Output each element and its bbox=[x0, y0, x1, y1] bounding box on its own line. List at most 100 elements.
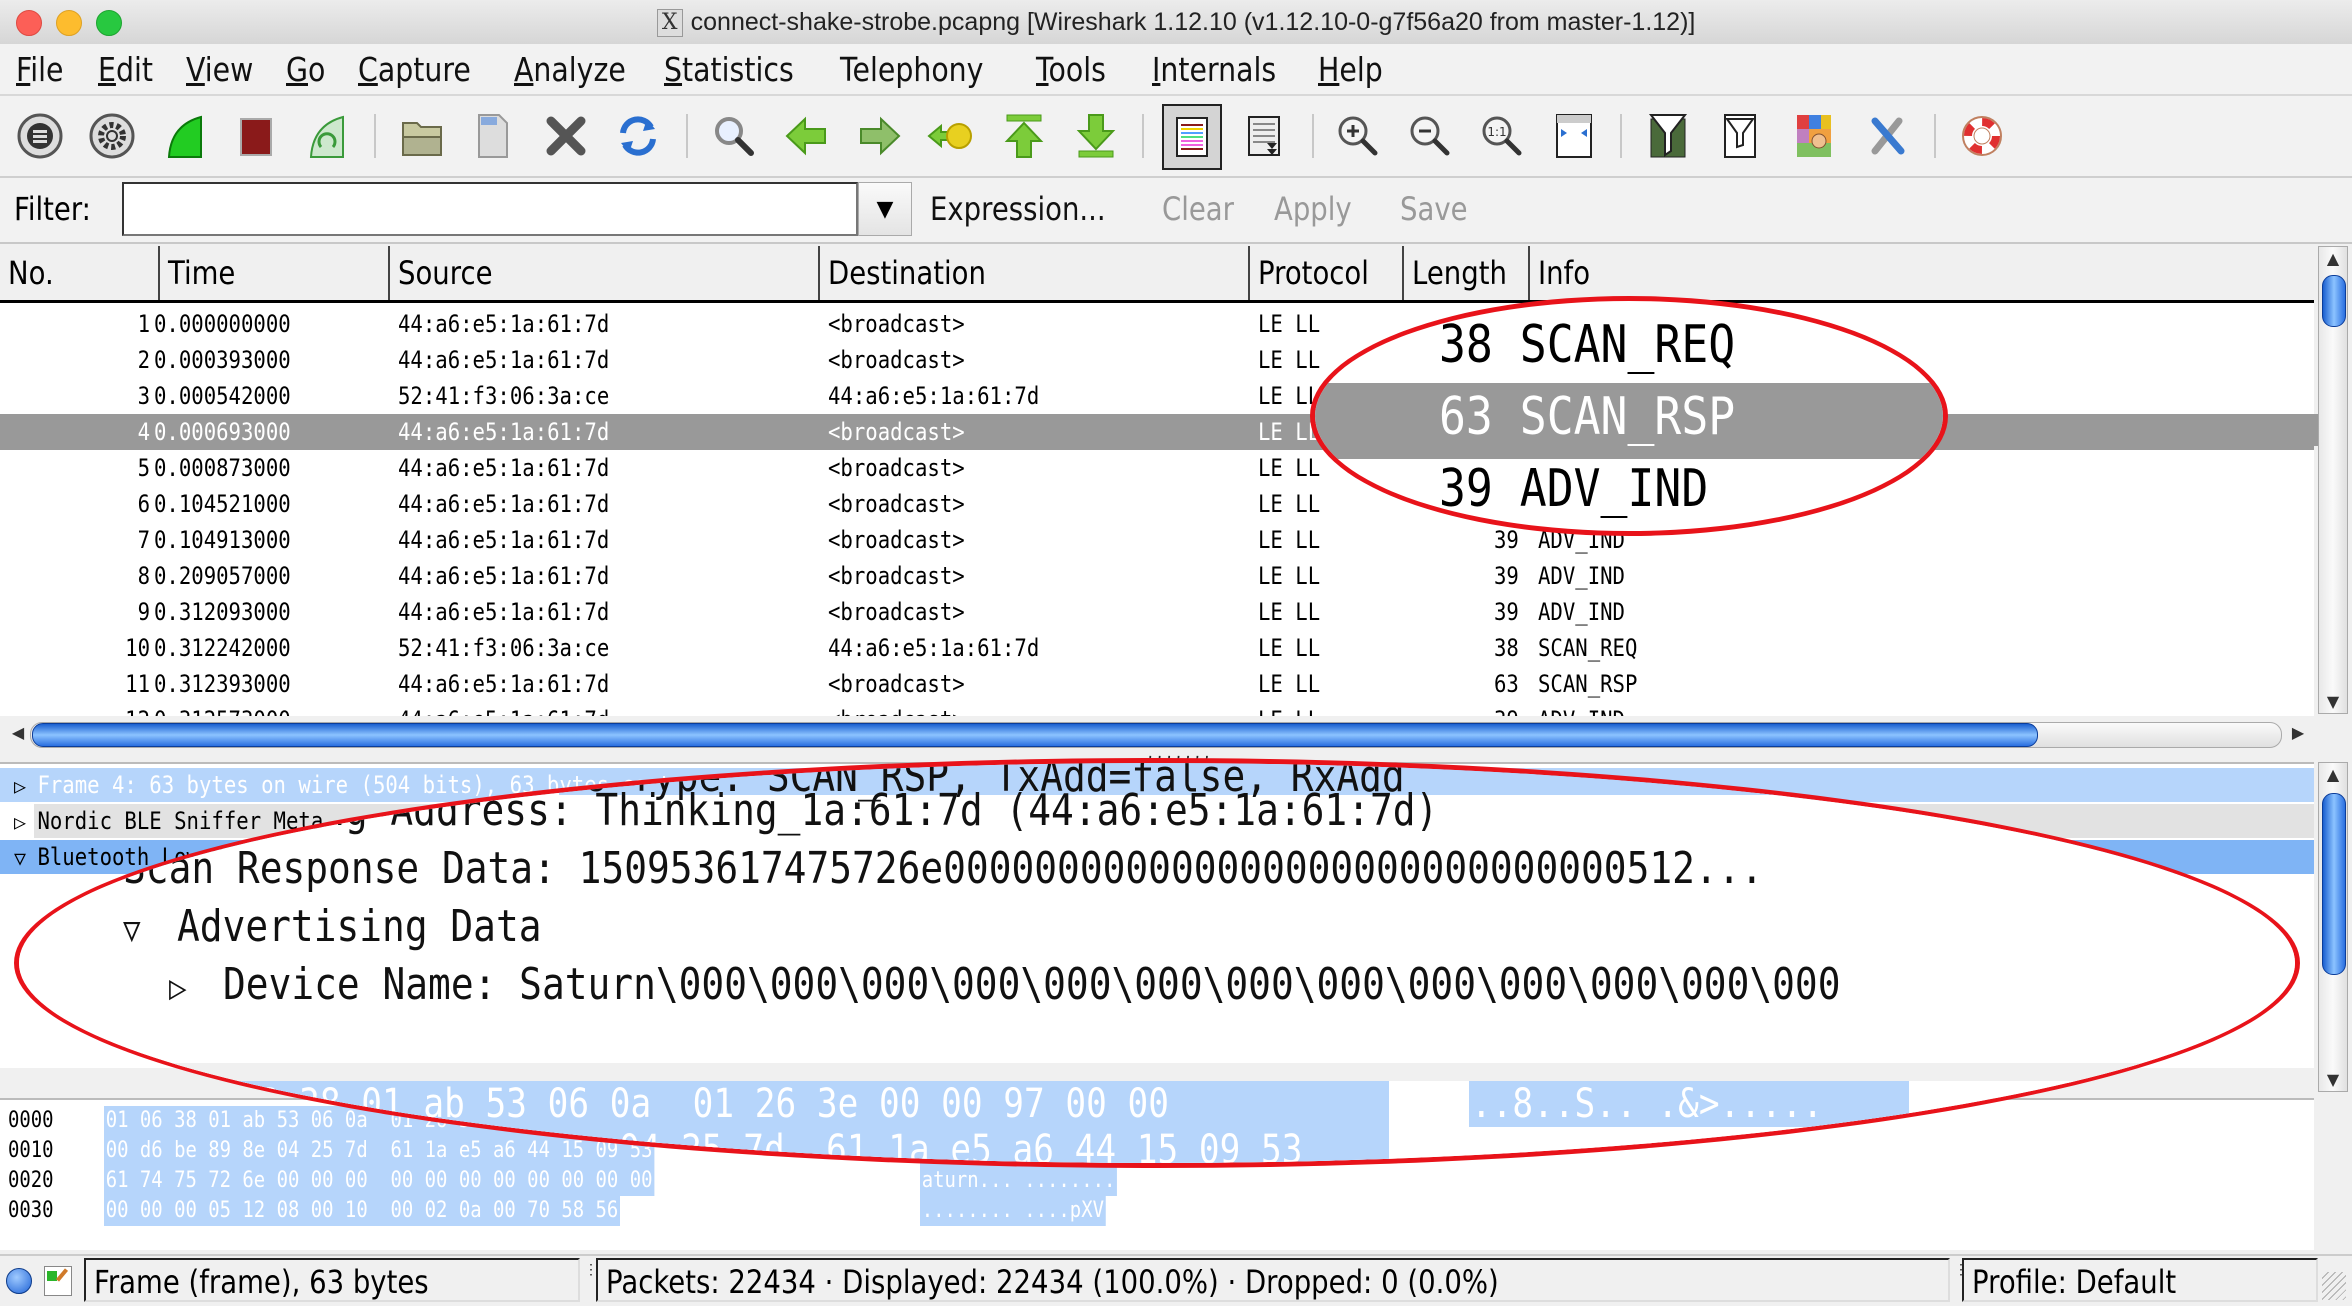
expert-info-icon[interactable] bbox=[6, 1268, 32, 1294]
display-filters-icon[interactable] bbox=[1712, 108, 1768, 164]
column-header-info[interactable]: Info bbox=[1530, 246, 2314, 300]
status-profile[interactable]: Profile: Default bbox=[1962, 1258, 2318, 1302]
hex-ascii[interactable]: ........ ....pXV bbox=[920, 1196, 1106, 1226]
packet-row[interactable]: 1 0.000000000 44:a6:e5:1a:61:7d <broadcast>… bbox=[0, 306, 2314, 342]
help-icon[interactable] bbox=[1954, 108, 2010, 164]
menu-telephony[interactable]: Telephony bbox=[840, 50, 983, 89]
clear-button[interactable]: Clear bbox=[1162, 190, 1234, 228]
capture-comment-icon[interactable] bbox=[44, 1266, 72, 1296]
menu-capture[interactable]: Capture bbox=[358, 50, 471, 89]
packet-protocol: LE LL bbox=[1258, 346, 1321, 374]
menu-view[interactable]: View bbox=[186, 50, 253, 89]
go-forward-icon[interactable] bbox=[852, 108, 908, 164]
apply-button[interactable]: Apply bbox=[1274, 190, 1352, 228]
zoom-in-icon[interactable] bbox=[1330, 108, 1386, 164]
coloring-rules-icon[interactable] bbox=[1786, 108, 1842, 164]
packet-no: 12 bbox=[21, 702, 150, 716]
packet-list-vertical-scrollbar[interactable]: ▲ ▼ bbox=[2318, 246, 2348, 714]
menu-tools[interactable]: Tools bbox=[1036, 50, 1106, 89]
open-file-icon[interactable] bbox=[394, 108, 450, 164]
resize-grip-icon[interactable] bbox=[2322, 1272, 2346, 1300]
hex-bytes[interactable]: 61 74 75 72 6e 00 00 00 00 00 00 00 00 0… bbox=[104, 1166, 655, 1196]
scroll-right-arrow-icon[interactable]: ▶ bbox=[2284, 723, 2312, 742]
start-capture-icon[interactable] bbox=[158, 108, 214, 164]
go-to-packet-icon[interactable] bbox=[922, 108, 978, 164]
menu-help[interactable]: Help bbox=[1318, 50, 1383, 89]
column-header-protocol[interactable]: Protocol bbox=[1250, 246, 1404, 300]
packet-list[interactable]: No. Time Source Destination Protocol Length In… bbox=[0, 246, 2314, 716]
display-filter-input[interactable] bbox=[122, 182, 858, 236]
column-header-time[interactable]: Time bbox=[160, 246, 390, 300]
packet-row[interactable]: 10 0.312242000 52:41:f3:06:3a:ce 44:a6:e5:1… bbox=[0, 630, 2314, 666]
packet-row[interactable]: 2 0.000393000 44:a6:e5:1a:61:7d <broadcast>… bbox=[0, 342, 2314, 378]
packet-row[interactable]: 11 0.312393000 44:a6:e5:1a:61:7d <broadcast… bbox=[0, 666, 2314, 702]
packet-row[interactable]: 7 0.104913000 44:a6:e5:1a:61:7d <broadcast>… bbox=[0, 522, 2314, 558]
scroll-up-arrow-icon[interactable]: ▲ bbox=[2319, 765, 2347, 784]
magnified-scan-response-data: Scan Response Data: 150953617475726e0000… bbox=[123, 843, 1764, 894]
capture-options-icon[interactable] bbox=[84, 108, 140, 164]
menu-statistics[interactable]: Statistics bbox=[664, 50, 794, 89]
filter-history-dropdown[interactable]: ▼ bbox=[858, 182, 912, 236]
packet-row[interactable]: 5 0.000873000 44:a6:e5:1a:61:7d <broadcast>… bbox=[0, 450, 2314, 486]
go-last-icon[interactable] bbox=[1068, 108, 1124, 164]
column-header-no[interactable]: No. bbox=[0, 246, 160, 300]
packet-info: SCAN_RSP bbox=[1538, 670, 1638, 698]
scroll-down-arrow-icon[interactable]: ▼ bbox=[2319, 692, 2347, 711]
auto-scroll-icon[interactable] bbox=[1236, 108, 1292, 164]
annotation-magnifier-details: PDU Type: SCAN_RSP, TxAdd=false, RxAdd Ad… bbox=[14, 758, 2300, 1168]
column-header-source[interactable]: Source bbox=[390, 246, 820, 300]
restart-capture-icon[interactable] bbox=[300, 108, 356, 164]
packet-source: 44:a6:e5:1a:61:7d bbox=[398, 490, 610, 518]
packet-row[interactable]: 9 0.312093000 44:a6:e5:1a:61:7d <broadcast>… bbox=[0, 594, 2314, 630]
packet-row[interactable]: 3 0.000542000 52:41:f3:06:3a:ce 44:a6:e5:1a… bbox=[0, 378, 2314, 414]
packet-row[interactable]: 6 0.104521000 44:a6:e5:1a:61:7d <broadcast>… bbox=[0, 486, 2314, 522]
collapsed-triangle-icon[interactable]: ▷ bbox=[169, 960, 215, 1016]
menu-analyze[interactable]: Analyze bbox=[514, 50, 626, 89]
hex-bytes[interactable]: 00 00 00 05 12 08 00 10 00 02 0a 00 70 5… bbox=[104, 1196, 621, 1226]
column-header-length[interactable]: Length bbox=[1404, 246, 1530, 300]
packet-row[interactable]: 8 0.209057000 44:a6:e5:1a:61:7d <broadcast>… bbox=[0, 558, 2314, 594]
scroll-left-arrow-icon[interactable]: ◀ bbox=[4, 723, 32, 742]
save-filter-button[interactable]: Save bbox=[1400, 190, 1468, 228]
menu-file[interactable]: File bbox=[16, 50, 64, 89]
packet-destination: <broadcast> bbox=[828, 670, 965, 698]
scroll-up-arrow-icon[interactable]: ▲ bbox=[2319, 249, 2347, 268]
hex-ascii[interactable]: aturn... ........ bbox=[920, 1166, 1118, 1196]
go-first-icon[interactable] bbox=[996, 108, 1052, 164]
status-bar: Frame (frame), 63 bytes ⋮ Packets: 22434… bbox=[0, 1254, 2352, 1306]
find-packet-icon[interactable] bbox=[706, 108, 762, 164]
resize-columns-icon[interactable] bbox=[1546, 108, 1602, 164]
save-file-icon[interactable] bbox=[464, 108, 520, 164]
magnified-hex-ascii: ..8..S.. .&>..... bbox=[1471, 1081, 1824, 1127]
status-field-info: Frame (frame), 63 bytes bbox=[84, 1258, 580, 1302]
packet-list-scroll-thumb[interactable] bbox=[2322, 275, 2346, 327]
menu-internals[interactable]: Internals bbox=[1152, 50, 1276, 89]
menu-edit[interactable]: Edit bbox=[98, 50, 153, 89]
column-header-destination[interactable]: Destination bbox=[820, 246, 1250, 300]
horizontal-scroll-thumb[interactable] bbox=[32, 723, 2038, 747]
packet-length: 39 bbox=[1494, 702, 1520, 716]
hex-line[interactable]: 0030 00 00 00 05 12 08 00 10 00 02 0a 00 … bbox=[0, 1196, 2314, 1226]
go-back-icon[interactable] bbox=[778, 108, 834, 164]
menu-go[interactable]: Go bbox=[286, 50, 325, 89]
expanded-triangle-icon[interactable]: ▽ bbox=[123, 902, 169, 958]
capture-filters-icon[interactable] bbox=[1640, 108, 1696, 164]
interfaces-icon[interactable] bbox=[12, 108, 68, 164]
magnified-device-name: ▷ Device Name: Saturn\000\000\000\000\000… bbox=[169, 957, 2104, 1016]
zoom-normal-icon[interactable]: 1:1 bbox=[1474, 108, 1530, 164]
preferences-icon[interactable] bbox=[1860, 108, 1916, 164]
reload-icon[interactable] bbox=[610, 108, 666, 164]
scroll-down-arrow-icon[interactable]: ▼ bbox=[2319, 1070, 2347, 1089]
packet-row[interactable]: 12 0.312573000 44:a6:e5:1a:61:7d <broadcast… bbox=[0, 702, 2314, 716]
magnified-packet-info: 38 SCAN_REQ bbox=[1439, 315, 1736, 375]
details-vertical-scrollbar[interactable]: ▲ ▼ bbox=[2318, 762, 2348, 1092]
magnified-packet-info: 39 ADV_IND bbox=[1439, 459, 1709, 519]
hex-line[interactable]: 0020 61 74 75 72 6e 00 00 00 00 00 00 00 … bbox=[0, 1166, 2314, 1196]
stop-capture-icon[interactable] bbox=[228, 108, 284, 164]
magnified-hex-ascii: %l . bbox=[1659, 1127, 1742, 1168]
details-scroll-thumb[interactable] bbox=[2322, 793, 2346, 975]
expression-button[interactable]: Expression... bbox=[930, 190, 1106, 228]
zoom-out-icon[interactable] bbox=[1402, 108, 1458, 164]
close-file-icon[interactable] bbox=[538, 108, 594, 164]
colorize-icon[interactable] bbox=[1162, 104, 1222, 170]
